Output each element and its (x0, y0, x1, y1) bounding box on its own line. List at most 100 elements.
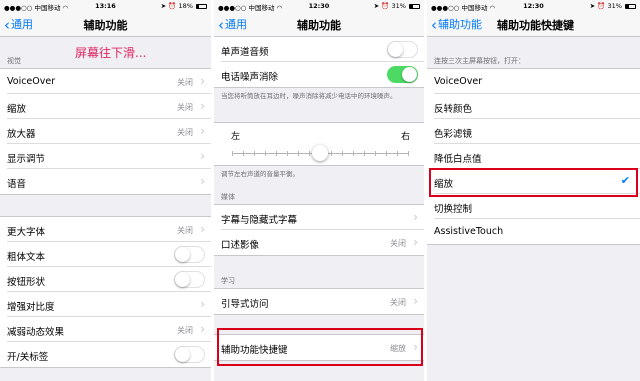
option-label: VoiceOver (434, 76, 483, 87)
row-label: 电话噪声消除 (221, 72, 279, 83)
row-on-off-labels: 开/关标签 (7, 342, 211, 367)
row-value: 关闭 (390, 239, 406, 248)
row-mono-audio: 单声道音频 (221, 37, 424, 62)
slider-tick (309, 151, 310, 156)
section-header-media: 媒体 (221, 193, 235, 201)
slider-tick (276, 151, 277, 156)
balance-note: 调节左右声道的音量平衡。 (221, 170, 299, 178)
section-header-shortcut: 连按三次主屏幕按钮，打开： (434, 57, 525, 65)
row-label: VoiceOver (7, 76, 56, 87)
option-label: AssistiveTouch (434, 226, 504, 237)
row-label: 显示调节 (7, 154, 46, 165)
nav-bar: ‹通用 辅助功能 (214, 12, 424, 37)
row-noise-cancellation: 电话噪声消除 (221, 62, 424, 87)
chevron-right-icon: › (200, 222, 205, 236)
option-color-filters[interactable]: 色彩滤镜 (434, 119, 640, 144)
balance-right-label: 右 (400, 132, 410, 142)
option-switch-control[interactable]: 切换控制 (434, 194, 640, 219)
settings-group-audio: 单声道音频 电话噪声消除 (214, 37, 424, 88)
row-subtitles[interactable]: 字幕与隐藏式字幕 › (221, 205, 424, 230)
slider-tick (232, 151, 233, 156)
chevron-right-icon: › (413, 294, 418, 308)
row-larger-text[interactable]: 更大字体 关闭 › (7, 217, 211, 242)
toggle-knob (175, 272, 190, 287)
chevron-right-icon: › (200, 74, 205, 88)
back-button[interactable]: ‹辅助功能 (431, 16, 482, 34)
option-label: 色彩滤镜 (434, 129, 473, 140)
row-bold-text: 粗体文本 (7, 242, 211, 267)
option-reduce-white-point[interactable]: 降低白点值 (434, 144, 640, 169)
row-value: 关闭 (177, 103, 193, 112)
section-header-learning: 学习 (221, 277, 235, 285)
status-bar: ●●●○○ 中国移动 ◠ 13:16 ➤ ⏰ 18% (0, 0, 211, 12)
row-magnifier[interactable]: 放大器 关闭 › (7, 119, 211, 144)
row-label: 粗体文本 (7, 252, 46, 263)
alarm-icon: ⏰ (597, 2, 606, 10)
chevron-right-icon: › (200, 149, 205, 163)
chevron-right-icon: › (413, 210, 418, 224)
mono-audio-toggle[interactable] (387, 41, 418, 58)
option-label: 反转颜色 (434, 104, 473, 115)
row-label: 增强对比度 (7, 302, 55, 313)
balance-slider-track[interactable] (232, 145, 409, 161)
battery-icon (409, 4, 420, 9)
row-label: 引导式访问 (221, 299, 269, 310)
shortcut-options-list: VoiceOver 反转颜色 色彩滤镜 降低白点值 缩放 ✔ 切换控制 Assi… (427, 68, 640, 245)
toggle-knob (402, 67, 417, 82)
on-off-labels-toggle[interactable] (174, 346, 205, 363)
option-invert-colors[interactable]: 反转颜色 (434, 94, 640, 119)
toggle-knob (388, 42, 403, 57)
nav-bar: ‹通用 辅助功能 (0, 12, 211, 37)
row-label: 减弱动态效果 (7, 327, 65, 338)
toggle-knob (175, 347, 190, 362)
option-assistivetouch[interactable]: AssistiveTouch (434, 219, 640, 244)
row-label: 字幕与隐藏式字幕 (221, 215, 298, 226)
row-value: 关闭 (177, 226, 193, 235)
battery-icon (196, 4, 207, 9)
row-button-shapes: 按钮形状 (7, 267, 211, 292)
row-label: 按钮形状 (7, 277, 46, 288)
row-voiceover[interactable]: VoiceOver 关闭 › (7, 69, 211, 94)
row-guided-access[interactable]: 引导式访问 关闭 › (221, 289, 424, 314)
back-label: 辅助功能 (438, 18, 482, 31)
option-voiceover[interactable]: VoiceOver (434, 69, 640, 94)
row-label: 语音 (7, 179, 27, 190)
slider-tick (375, 151, 376, 156)
location-icon: ➤ (589, 2, 596, 10)
location-icon: ➤ (373, 2, 380, 10)
bold-text-toggle[interactable] (174, 246, 205, 263)
row-value: 关闭 (177, 128, 193, 137)
row-speech[interactable]: 语音 › (7, 169, 211, 194)
row-zoom[interactable]: 缩放 关闭 › (7, 94, 211, 119)
settings-group-vision: VoiceOver 关闭 › 缩放 关闭 › 放大器 关闭 › 显示调节 › 语… (0, 68, 211, 195)
row-audio-descriptions[interactable]: 口述影像 关闭 › (221, 230, 424, 255)
settings-group-learning: 引导式访问 关闭 › (214, 288, 424, 315)
slider-tick (364, 151, 365, 156)
noise-cancellation-note: 当您将听筒放在耳边时，噪声消除将减少电话中的环境噪声。 (221, 92, 397, 100)
slider-tick (331, 151, 332, 156)
chevron-left-icon: ‹ (431, 16, 437, 34)
battery-percent: 18% (178, 2, 193, 10)
option-label: 切换控制 (434, 204, 473, 215)
annotation-scroll-down: 屏幕往下滑... (75, 46, 147, 60)
page-title: 辅助功能 (83, 19, 128, 32)
noise-cancellation-toggle[interactable] (387, 66, 418, 83)
balance-slider-group: 左 右 (214, 122, 424, 166)
row-increase-contrast[interactable]: 增强对比度 › (7, 292, 211, 317)
slider-tick (386, 151, 387, 156)
option-label: 降低白点值 (434, 154, 482, 165)
chevron-right-icon: › (413, 235, 418, 249)
button-shapes-toggle[interactable] (174, 271, 205, 288)
row-display-accommodations[interactable]: 显示调节 › (7, 144, 211, 169)
highlight-box (429, 168, 638, 197)
chevron-right-icon: › (200, 124, 205, 138)
status-bar: ●●●○○ 中国移动 ◠ 12:30 ➤ ⏰ 31% (214, 0, 424, 12)
row-label: 开/关标签 (7, 352, 49, 363)
section-header-vision: 视觉 (7, 57, 21, 65)
highlight-box (217, 328, 423, 366)
chevron-right-icon: › (200, 322, 205, 336)
row-label: 缩放 (7, 104, 27, 115)
balance-slider-knob[interactable] (312, 145, 328, 161)
row-reduce-motion[interactable]: 减弱动态效果 关闭 › (7, 317, 211, 342)
alarm-icon: ⏰ (168, 2, 177, 10)
